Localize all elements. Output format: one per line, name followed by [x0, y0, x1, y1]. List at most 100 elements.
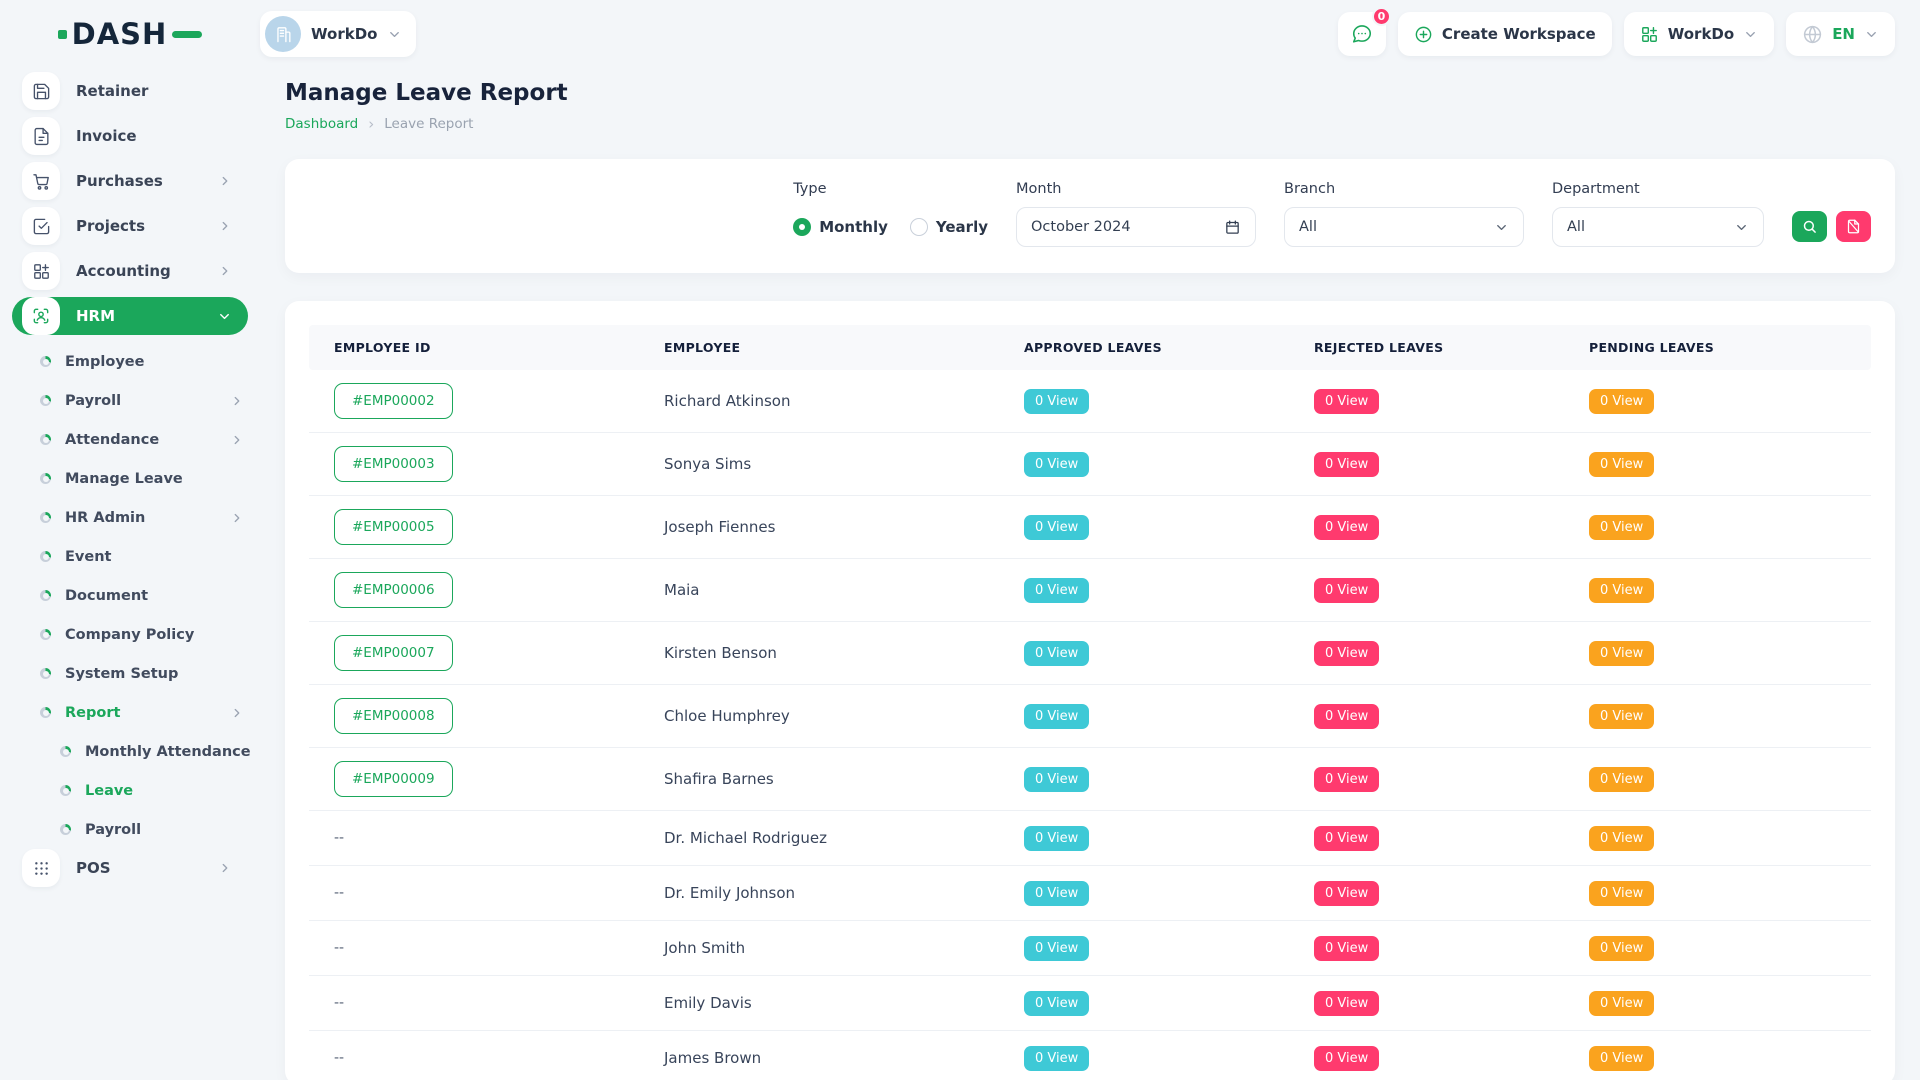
breadcrumb-dashboard-link[interactable]: Dashboard — [285, 116, 358, 132]
approved-view-badge[interactable]: 0 View — [1024, 704, 1089, 729]
employee-name: James Brown — [664, 1049, 761, 1067]
radio-yearly[interactable]: Yearly — [910, 218, 988, 236]
approved-view-badge[interactable]: 0 View — [1024, 991, 1089, 1016]
pending-view-badge[interactable]: 0 View — [1589, 881, 1654, 906]
sidebar-item-label: Event — [65, 549, 111, 565]
brand-logo[interactable]: DASH — [58, 17, 203, 51]
pending-view-badge[interactable]: 0 View — [1589, 1046, 1654, 1071]
chevron-right-icon — [230, 394, 244, 408]
sidebar-item-retainer[interactable]: Retainer — [12, 72, 248, 110]
pending-view-badge[interactable]: 0 View — [1589, 767, 1654, 792]
employee-id-button[interactable]: #EMP00005 — [334, 509, 453, 545]
approved-view-badge[interactable]: 0 View — [1024, 578, 1089, 603]
rejected-leaves-cell: 0 View — [1289, 439, 1564, 490]
approved-view-badge[interactable]: 0 View — [1024, 1046, 1089, 1071]
month-input[interactable]: October 2024 — [1016, 207, 1256, 247]
pending-view-badge[interactable]: 0 View — [1589, 515, 1654, 540]
rejected-view-badge[interactable]: 0 View — [1314, 936, 1379, 961]
rejected-view-badge[interactable]: 0 View — [1314, 578, 1379, 603]
workspace-selector[interactable]: WorkDo — [260, 11, 416, 57]
type-filter: Type Monthly Yearly — [793, 181, 988, 247]
radio-monthly[interactable]: Monthly — [793, 218, 888, 236]
approved-view-badge[interactable]: 0 View — [1024, 826, 1089, 851]
employee-name: Dr. Emily Johnson — [664, 884, 795, 902]
employee-id-button[interactable]: #EMP00003 — [334, 446, 453, 482]
approved-view-badge[interactable]: 0 View — [1024, 641, 1089, 666]
sidebar-item-projects[interactable]: Projects — [12, 207, 248, 245]
pending-view-badge[interactable]: 0 View — [1589, 578, 1654, 603]
employee-id-empty: -- — [334, 885, 344, 901]
employee-id-button[interactable]: #EMP00008 — [334, 698, 453, 734]
rejected-view-badge[interactable]: 0 View — [1314, 704, 1379, 729]
sidebar-item-system-setup[interactable]: System Setup — [0, 654, 260, 693]
sidebar-item-label: Payroll — [85, 822, 141, 838]
messages-button[interactable]: 0 — [1338, 12, 1386, 56]
sidebar-item-accounting[interactable]: Accounting — [12, 252, 248, 290]
sidebar-item-hr-admin[interactable]: HR Admin — [0, 498, 260, 537]
sidebar-item-payroll[interactable]: Payroll — [0, 810, 260, 849]
pending-view-badge[interactable]: 0 View — [1589, 991, 1654, 1016]
sidebar-item-purchases[interactable]: Purchases — [12, 162, 248, 200]
reset-filter-button[interactable] — [1836, 211, 1871, 242]
approved-view-badge[interactable]: 0 View — [1024, 881, 1089, 906]
approved-view-badge[interactable]: 0 View — [1024, 936, 1089, 961]
pending-view-badge[interactable]: 0 View — [1589, 389, 1654, 414]
employee-id-cell: #EMP00005 — [309, 496, 639, 558]
sidebar-item-manage-leave[interactable]: Manage Leave — [0, 459, 260, 498]
sidebar-item-report[interactable]: Report — [0, 693, 260, 732]
sidebar-item-hrm[interactable]: HRM — [12, 297, 248, 335]
sidebar-item-pos[interactable]: POS — [12, 849, 248, 887]
rejected-view-badge[interactable]: 0 View — [1314, 767, 1379, 792]
rejected-view-badge[interactable]: 0 View — [1314, 1046, 1379, 1071]
employee-id-button[interactable]: #EMP00006 — [334, 572, 453, 608]
pending-view-badge[interactable]: 0 View — [1589, 936, 1654, 961]
rejected-view-badge[interactable]: 0 View — [1314, 515, 1379, 540]
employee-name: Kirsten Benson — [664, 644, 777, 662]
type-label: Type — [793, 181, 988, 197]
rejected-view-badge[interactable]: 0 View — [1314, 389, 1379, 414]
employee-name: Sonya Sims — [664, 455, 751, 473]
approved-view-badge[interactable]: 0 View — [1024, 452, 1089, 477]
sidebar-item-leave[interactable]: Leave — [0, 771, 260, 810]
rejected-view-badge[interactable]: 0 View — [1314, 826, 1379, 851]
employee-id-button[interactable]: #EMP00009 — [334, 761, 453, 797]
sidebar-item-event[interactable]: Event — [0, 537, 260, 576]
table-row: --John Smith0 View0 View0 View — [309, 920, 1871, 975]
create-workspace-button[interactable]: Create Workspace — [1398, 12, 1612, 56]
branch-select[interactable]: All — [1284, 207, 1524, 247]
pending-view-badge[interactable]: 0 View — [1589, 641, 1654, 666]
approved-view-badge[interactable]: 0 View — [1024, 515, 1089, 540]
app-menu-button[interactable]: WorkDo — [1624, 12, 1774, 56]
sidebar-item-employee[interactable]: Employee — [0, 342, 260, 381]
radio-checked-icon — [793, 218, 811, 236]
approved-leaves-cell: 0 View — [999, 376, 1289, 427]
breadcrumb: Dashboard › Leave Report — [285, 115, 1895, 133]
table-row: #EMP00003 Sonya Sims 0 View 0 View 0 View — [309, 432, 1871, 495]
check-square-icon — [22, 207, 60, 245]
sidebar-item-document[interactable]: Document — [0, 576, 260, 615]
rejected-view-badge[interactable]: 0 View — [1314, 641, 1379, 666]
sidebar-item-attendance[interactable]: Attendance — [0, 420, 260, 459]
chevron-right-icon — [218, 264, 232, 278]
sidebar-item-monthly-attendance[interactable]: Monthly Attendance — [0, 732, 260, 771]
pending-view-badge[interactable]: 0 View — [1589, 452, 1654, 477]
sidebar-item-payroll[interactable]: Payroll — [0, 381, 260, 420]
bullet-icon — [40, 668, 51, 679]
employee-id-button[interactable]: #EMP00002 — [334, 383, 453, 419]
plus-circle-icon — [1414, 25, 1433, 44]
search-button[interactable] — [1792, 211, 1827, 242]
rejected-view-badge[interactable]: 0 View — [1314, 881, 1379, 906]
pending-view-badge[interactable]: 0 View — [1589, 704, 1654, 729]
rejected-view-badge[interactable]: 0 View — [1314, 991, 1379, 1016]
pending-view-badge[interactable]: 0 View — [1589, 826, 1654, 851]
employee-id-button[interactable]: #EMP00007 — [334, 635, 453, 671]
approved-view-badge[interactable]: 0 View — [1024, 389, 1089, 414]
sidebar-item-invoice[interactable]: Invoice — [12, 117, 248, 155]
bullet-icon — [40, 395, 51, 406]
rejected-view-badge[interactable]: 0 View — [1314, 452, 1379, 477]
department-select[interactable]: All — [1552, 207, 1764, 247]
logo-bar — [172, 31, 202, 38]
language-selector[interactable]: EN — [1786, 12, 1895, 56]
sidebar-item-company-policy[interactable]: Company Policy — [0, 615, 260, 654]
approved-view-badge[interactable]: 0 View — [1024, 767, 1089, 792]
